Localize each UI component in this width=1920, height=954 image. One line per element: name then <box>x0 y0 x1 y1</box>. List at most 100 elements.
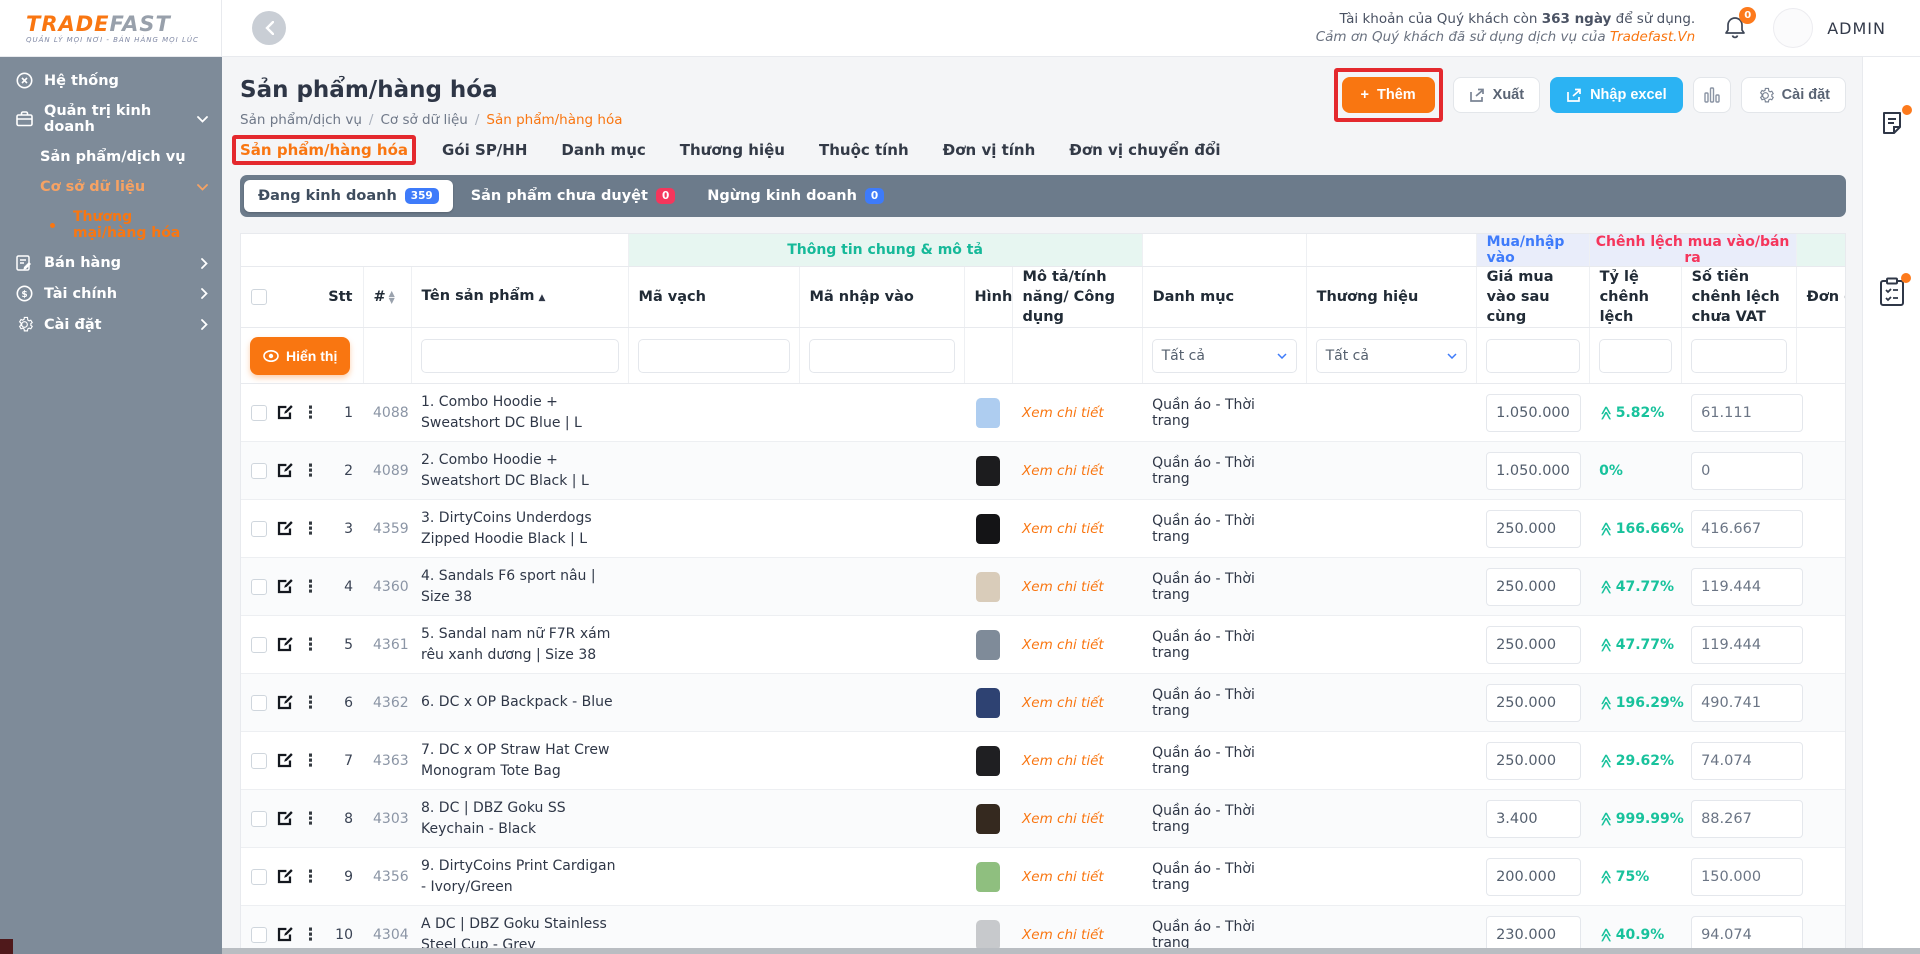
filter-name-input[interactable] <box>421 339 619 373</box>
status-tab-chua-duyet[interactable]: Sản phẩm chưa duyệt0 <box>457 180 690 212</box>
diff-amount-input[interactable] <box>1691 626 1803 664</box>
back-button[interactable] <box>252 11 286 45</box>
edit-icon[interactable] <box>276 752 293 769</box>
tab-thuong-hieu[interactable]: Thương hiệu <box>680 141 785 159</box>
more-actions-icon[interactable]: ⋮ <box>302 867 319 887</box>
breadcrumb-item[interactable]: Cơ sở dữ liệu <box>380 112 467 128</box>
diff-amount-input[interactable] <box>1691 568 1803 606</box>
buy-price-input[interactable] <box>1486 742 1581 780</box>
product-thumbnail[interactable] <box>976 456 1000 486</box>
user-name[interactable]: ADMIN <box>1827 19 1886 38</box>
filter-brand-select[interactable]: Tất cả <box>1316 339 1467 373</box>
col-name[interactable]: Tên sản phẩm▲ <box>411 267 628 328</box>
edit-icon[interactable] <box>276 404 293 421</box>
product-name[interactable]: 2. Combo Hoodie + Sweatshort DC Black | … <box>421 450 618 492</box>
row-checkbox[interactable] <box>251 637 267 653</box>
more-actions-icon[interactable]: ⋮ <box>302 925 319 945</box>
row-checkbox[interactable] <box>251 521 267 537</box>
account-brand-link[interactable]: Tradefast.Vn <box>1610 29 1695 45</box>
view-detail-link[interactable]: Xem chi tiết <box>1022 463 1104 479</box>
tab-goi-sp-hh[interactable]: Gói SP/HH <box>442 141 527 159</box>
edit-icon[interactable] <box>276 694 293 711</box>
diff-amount-input[interactable] <box>1691 684 1803 722</box>
product-thumbnail[interactable] <box>976 630 1000 660</box>
export-button[interactable]: Xuất <box>1453 77 1540 113</box>
product-name[interactable]: 8. DC | DBZ Goku SS Keychain - Black <box>421 798 618 840</box>
product-thumbnail[interactable] <box>976 804 1000 834</box>
buy-price-input[interactable] <box>1486 452 1581 490</box>
sidebar-item-tai-chinh[interactable]: $ Tài chính <box>0 278 222 309</box>
horizontal-scrollbar[interactable] <box>222 948 1920 954</box>
show-button[interactable]: Hiển thị <box>250 337 350 375</box>
diff-amount-input[interactable] <box>1691 800 1803 838</box>
product-thumbnail[interactable] <box>976 572 1000 602</box>
row-checkbox[interactable] <box>251 811 267 827</box>
tab-san-pham-hang-hoa[interactable]: Sản phẩm/hàng hóa <box>240 141 408 159</box>
buy-price-input[interactable] <box>1486 684 1581 722</box>
col-last-buy-price[interactable]: Giá mua vào sau cùng <box>1476 267 1589 328</box>
select-all-checkbox[interactable] <box>251 289 267 305</box>
breadcrumb-item[interactable]: Sản phẩm/dịch vụ <box>240 112 362 128</box>
product-name[interactable]: 7. DC x OP Straw Hat Crew Monogram Tote … <box>421 740 618 782</box>
view-detail-link[interactable]: Xem chi tiết <box>1022 521 1104 537</box>
col-import-code[interactable]: Mã nhập vào <box>799 267 964 328</box>
product-name[interactable]: 4. Sandals F6 sport nâu | Size 38 <box>421 566 618 608</box>
col-diff-amount[interactable]: Số tiền chênh lệch chưa VAT <box>1681 267 1796 328</box>
more-actions-icon[interactable]: ⋮ <box>302 693 319 713</box>
row-checkbox[interactable] <box>251 695 267 711</box>
row-checkbox[interactable] <box>251 927 267 943</box>
product-name[interactable]: 5. Sandal nam nữ F7R xám rêu xanh dương … <box>421 624 618 666</box>
product-name[interactable]: 9. DirtyCoins Print Cardigan - Ivory/Gre… <box>421 856 618 898</box>
edit-icon[interactable] <box>276 520 293 537</box>
view-detail-link[interactable]: Xem chi tiết <box>1022 405 1104 421</box>
product-thumbnail[interactable] <box>976 862 1000 892</box>
filter-amount-input[interactable] <box>1691 339 1787 373</box>
settings-button[interactable]: Cài đặt <box>1741 77 1846 113</box>
tab-don-vi-chuyen-doi[interactable]: Đơn vị chuyển đổi <box>1069 141 1220 159</box>
more-actions-icon[interactable]: ⋮ <box>302 461 319 481</box>
edit-icon[interactable] <box>276 462 293 479</box>
buy-price-input[interactable] <box>1486 568 1581 606</box>
row-checkbox[interactable] <box>251 753 267 769</box>
more-actions-icon[interactable]: ⋮ <box>302 635 319 655</box>
status-tab-ngung-kinh-doanh[interactable]: Ngừng kinh doanh0 <box>693 180 898 212</box>
filter-price-input[interactable] <box>1486 339 1580 373</box>
sidebar-item-he-thong[interactable]: Hệ thống <box>0 65 222 96</box>
filter-category-select[interactable]: Tất cả <box>1152 339 1297 373</box>
edit-icon[interactable] <box>276 636 293 653</box>
diff-amount-input[interactable] <box>1691 510 1803 548</box>
product-thumbnail[interactable] <box>976 398 1000 428</box>
product-thumbnail[interactable] <box>976 514 1000 544</box>
tab-don-vi-tinh[interactable]: Đơn vị tính <box>943 141 1036 159</box>
product-name[interactable]: 1. Combo Hoodie + Sweatshort DC Blue | L <box>421 392 618 434</box>
buy-price-input[interactable] <box>1486 394 1581 432</box>
filter-pct-input[interactable] <box>1599 339 1672 373</box>
view-detail-link[interactable]: Xem chi tiết <box>1022 637 1104 653</box>
filter-import-code-input[interactable] <box>809 339 955 373</box>
product-thumbnail[interactable] <box>976 688 1000 718</box>
edit-icon[interactable] <box>276 868 293 885</box>
buy-price-input[interactable] <box>1486 626 1581 664</box>
notification-bell[interactable]: 0 <box>1723 15 1747 41</box>
product-name[interactable]: 3. DirtyCoins Underdogs Zipped Hoodie Bl… <box>421 508 618 550</box>
col-brand[interactable]: Thương hiệu <box>1306 267 1476 328</box>
col-cut[interactable]: Đơn giá trước <box>1796 267 1846 328</box>
buy-price-input[interactable] <box>1486 800 1581 838</box>
row-checkbox[interactable] <box>251 869 267 885</box>
view-detail-link[interactable]: Xem chi tiết <box>1022 695 1104 711</box>
col-diff-pct[interactable]: Tỷ lệ chênh lệch <box>1589 267 1681 328</box>
row-checkbox[interactable] <box>251 405 267 421</box>
tab-thuoc-tinh[interactable]: Thuộc tính <box>819 141 909 159</box>
col-id[interactable]: #▲▼ <box>363 267 411 328</box>
view-detail-link[interactable]: Xem chi tiết <box>1022 811 1104 827</box>
more-actions-icon[interactable]: ⋮ <box>302 751 319 771</box>
edit-icon[interactable] <box>276 810 293 827</box>
buy-price-input[interactable] <box>1486 510 1581 548</box>
edit-icon[interactable] <box>276 926 293 943</box>
product-thumbnail[interactable] <box>976 920 1000 950</box>
more-actions-icon[interactable]: ⋮ <box>302 403 319 423</box>
buy-price-input[interactable] <box>1486 858 1581 896</box>
filter-barcode-input[interactable] <box>638 339 790 373</box>
tasks-panel-button[interactable] <box>1879 277 1905 307</box>
row-checkbox[interactable] <box>251 463 267 479</box>
